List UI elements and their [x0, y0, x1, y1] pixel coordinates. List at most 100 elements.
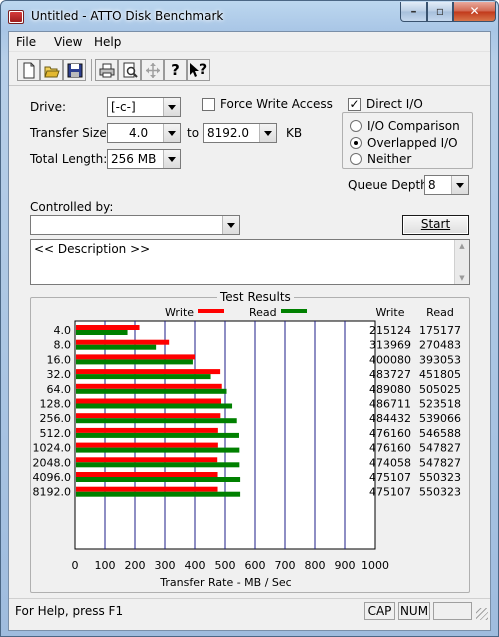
direct-io-checkbox[interactable]: ✓	[348, 98, 361, 111]
save-button[interactable]	[63, 59, 86, 81]
transfer-from-select[interactable]: 4.0	[107, 123, 181, 143]
toolbar-separator	[91, 59, 92, 81]
num-lock-indicator: NUM	[398, 602, 430, 620]
read-value-label: 451805	[419, 368, 461, 381]
io-comparison-label: I/O Comparison	[367, 119, 460, 133]
atto-app-icon	[8, 10, 24, 24]
queue-depth-select[interactable]: 8	[424, 175, 469, 195]
y-tick-label: 4.0	[54, 324, 72, 337]
read-value-label: 550323	[419, 471, 461, 484]
legend-write-label: Write	[165, 306, 194, 319]
write-value-label: 475107	[369, 486, 411, 499]
resize-grip[interactable]	[476, 608, 488, 620]
x-tick-label: 200	[125, 559, 146, 572]
chevron-down-icon	[163, 98, 180, 116]
description-text: << Description >>	[34, 242, 151, 256]
x-tick-label: 300	[155, 559, 176, 572]
read-value-label: 393053	[419, 353, 461, 366]
menu-file[interactable]: File	[16, 35, 36, 49]
print-preview-icon	[123, 62, 138, 78]
x-tick-label: 900	[335, 559, 356, 572]
start-button[interactable]: Start	[402, 215, 469, 235]
read-bar	[76, 432, 239, 438]
write-bar	[76, 457, 218, 463]
overlapped-io-radio[interactable]	[350, 137, 362, 149]
write-bar	[76, 486, 218, 492]
overlapped-io-label: Overlapped I/O	[367, 136, 458, 150]
write-value-label: 489080	[369, 383, 411, 396]
write-bar	[76, 427, 218, 433]
read-value-label: 539066	[419, 412, 461, 425]
write-value-label: 476160	[369, 427, 411, 440]
help-button[interactable]: ?	[164, 59, 187, 81]
y-tick-label: 1024.0	[33, 442, 72, 455]
print-icon	[99, 63, 115, 78]
scroll-down-icon[interactable]: ▼	[455, 272, 469, 284]
queue-depth-label: Queue Depth:	[348, 178, 432, 192]
write-value-label: 476160	[369, 442, 411, 455]
write-value-label: 486711	[369, 398, 411, 411]
y-tick-label: 64.0	[47, 383, 72, 396]
title-bar[interactable]: Untitled - ATTO Disk Benchmark – ▫ ✕	[1, 1, 498, 31]
write-value-label: 400080	[369, 353, 411, 366]
write-bar	[76, 442, 218, 448]
total-length-label: Total Length:	[30, 152, 108, 166]
write-value-label: 313969	[369, 339, 411, 352]
io-comparison-radio[interactable]	[350, 120, 362, 132]
y-tick-label: 32.0	[47, 368, 72, 381]
read-column-header: Read	[426, 306, 454, 319]
x-tick-label: 500	[215, 559, 236, 572]
read-bar	[76, 359, 193, 365]
menu-bar: File View Help	[9, 32, 490, 52]
controlled-by-select[interactable]	[30, 215, 240, 235]
print-preview-button[interactable]	[118, 59, 141, 81]
close-button[interactable]: ✕	[453, 2, 496, 22]
write-bar	[76, 413, 221, 419]
transfer-from-value: 4.0	[129, 126, 149, 140]
description-textarea[interactable]: << Description >> ▲ ▼	[30, 239, 470, 285]
total-length-select[interactable]: 256 MB	[107, 149, 181, 169]
scroll-up-icon[interactable]: ▲	[455, 240, 469, 252]
force-write-checkbox[interactable]	[202, 98, 215, 111]
drive-value: [-c-]	[111, 100, 136, 114]
kb-label: KB	[286, 126, 303, 140]
write-value-label: 475107	[369, 471, 411, 484]
neither-radio[interactable]	[350, 153, 362, 165]
window-title: Untitled - ATTO Disk Benchmark	[31, 9, 224, 23]
maximize-button[interactable]: ▫	[427, 2, 453, 22]
x-tick-label: 100	[95, 559, 116, 572]
print-button[interactable]	[95, 59, 118, 81]
controlled-by-label: Controlled by:	[30, 200, 114, 214]
direct-io-label: Direct I/O	[366, 97, 423, 111]
read-value-label: 270483	[419, 339, 461, 352]
caps-lock-indicator: CAP	[364, 602, 395, 620]
move-button[interactable]	[141, 59, 164, 81]
y-tick-label: 4096.0	[33, 471, 72, 484]
write-bar	[76, 325, 140, 330]
x-tick-label: 0	[72, 559, 79, 572]
write-value-label: 483727	[369, 368, 411, 381]
open-icon	[44, 66, 60, 78]
read-bar	[76, 462, 240, 468]
y-tick-label: 2048.0	[33, 456, 72, 469]
write-bar	[76, 472, 218, 477]
menu-help[interactable]: Help	[94, 35, 121, 49]
context-help-button[interactable]: ?	[187, 59, 210, 81]
open-button[interactable]	[40, 59, 63, 81]
drive-select[interactable]: [-c-]	[107, 97, 181, 117]
help-icon: ?	[171, 61, 180, 79]
chevron-down-icon	[222, 216, 239, 234]
legend-write-swatch	[198, 309, 224, 313]
toolbar: ? ?	[9, 54, 490, 86]
legend-read-label: Read	[249, 306, 277, 319]
description-scrollbar[interactable]: ▲ ▼	[454, 240, 469, 284]
read-value-label: 547827	[419, 442, 461, 455]
transfer-to-value: 8192.0	[207, 126, 249, 140]
new-button[interactable]	[17, 59, 40, 81]
transfer-to-select[interactable]: 8192.0	[203, 123, 277, 143]
read-bar	[76, 330, 128, 335]
minimize-button[interactable]: –	[400, 2, 427, 22]
menu-view[interactable]: View	[54, 35, 82, 49]
chevron-down-icon	[259, 124, 276, 142]
drive-label: Drive:	[30, 100, 67, 114]
